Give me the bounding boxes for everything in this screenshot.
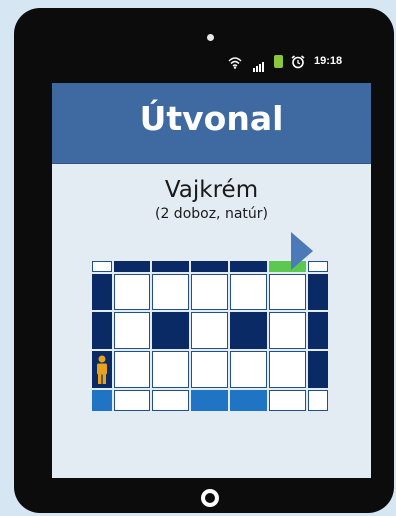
map-cell-empty: [152, 274, 189, 310]
map-cell-shelf-dark: [92, 274, 112, 310]
map-cell-empty: [230, 351, 267, 388]
store-route-map: [92, 261, 330, 416]
map-cell-shelf-dark: [114, 261, 150, 272]
header-bar: Útvonal: [52, 83, 371, 164]
map-cell-empty: [152, 351, 189, 388]
map-cell-empty: [269, 390, 306, 411]
map-cell-empty: [114, 274, 150, 310]
map-cell-highlight-blue: [92, 390, 112, 411]
map-cell-shelf-dark: [92, 312, 112, 349]
product-detail: (2 doboz, natúr): [154, 206, 268, 222]
signal-icon: [253, 57, 265, 72]
map-cell-empty: [114, 390, 150, 411]
product-name: Vajkrém: [164, 177, 259, 203]
alarm-icon: [291, 54, 305, 69]
map-cell-empty: [114, 351, 150, 388]
map-cell-empty: [191, 312, 228, 349]
map-cell-empty: [191, 274, 228, 310]
map-cell-shelf-dark: [152, 312, 189, 349]
map-cell-shelf-dark: [230, 312, 267, 349]
status-time: 19:18: [314, 55, 343, 67]
map-cell-empty: [269, 274, 306, 310]
map-cell-empty: [230, 274, 267, 310]
map-cell-empty: [269, 312, 306, 349]
map-cell-shelf-dark: [308, 312, 328, 349]
battery-icon: [274, 55, 283, 68]
camera-icon: [207, 34, 214, 41]
arrow-right-icon[interactable]: [291, 232, 313, 270]
page-title: Útvonal: [139, 99, 284, 138]
person-icon: [92, 351, 112, 388]
map-cell-shelf-dark: [152, 261, 189, 272]
map-cell-shelf-dark: [230, 261, 267, 272]
map-cell-shelf-dark: [308, 274, 328, 310]
home-button-icon[interactable]: [201, 489, 219, 507]
status-bar: 19:18: [228, 54, 368, 72]
app-screen: Útvonal Vajkrém (2 doboz, natúr): [52, 83, 371, 478]
map-cell-empty: [152, 390, 189, 411]
map-cell-empty: [308, 390, 328, 411]
wifi-icon: [228, 54, 242, 69]
map-cell-highlight-blue: [191, 390, 228, 411]
map-cell-highlight-blue: [230, 390, 267, 411]
map-cell-shelf-dark: [308, 351, 328, 388]
map-cell-empty: [191, 351, 228, 388]
map-cell-empty: [114, 312, 150, 349]
map-cell-empty: [269, 351, 306, 388]
map-cell-shelf-dark: [191, 261, 228, 272]
map-cell-empty: [92, 261, 112, 272]
